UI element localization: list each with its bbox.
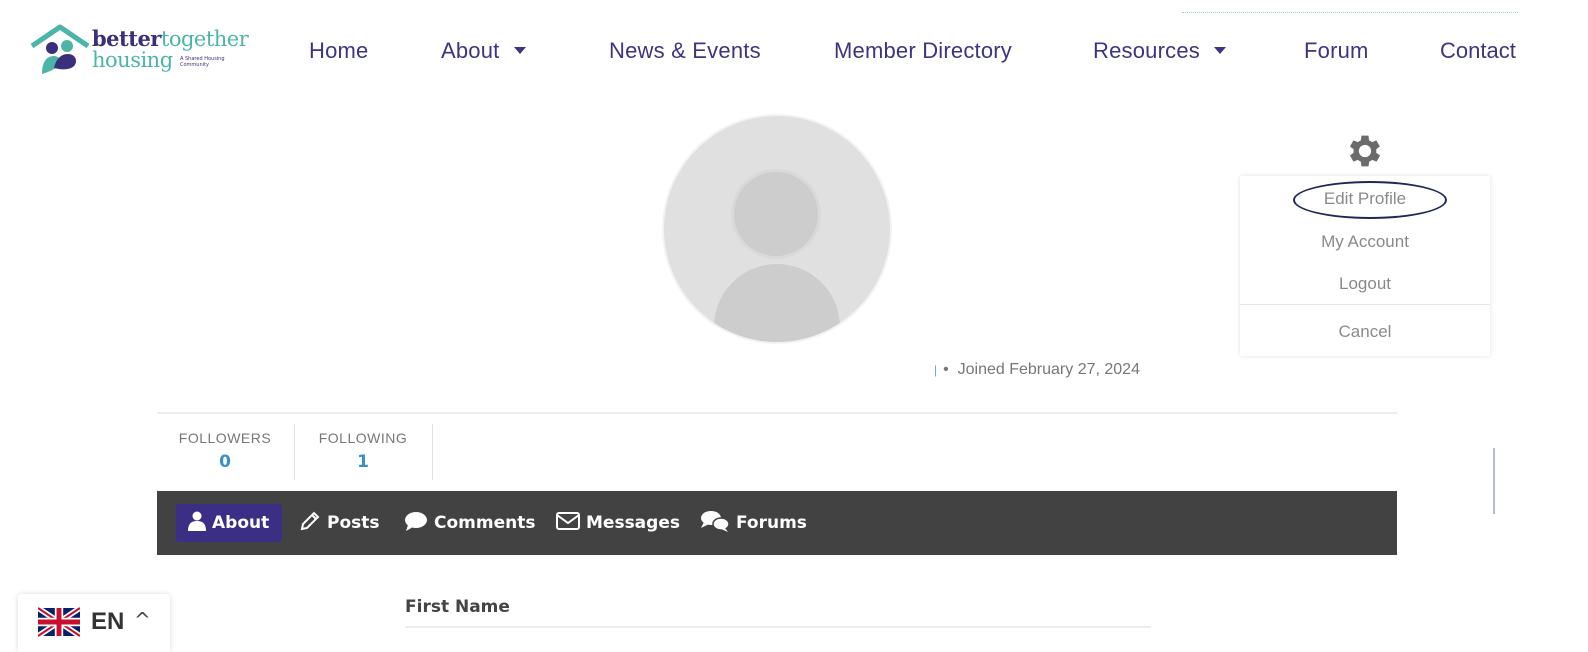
logo-text-line2: housing (92, 48, 173, 72)
logout-item[interactable]: Logout (1240, 274, 1490, 294)
envelope-icon (556, 512, 580, 530)
nav-forum[interactable]: Forum (1304, 38, 1369, 64)
following-stat[interactable]: FOLLOWING 1 (313, 430, 413, 472)
site-logo[interactable]: bettertogether housing A Shared Housing … (30, 24, 250, 78)
caret-down-icon (1213, 46, 1226, 54)
divider (157, 412, 1397, 414)
tab-comments[interactable]: Comments (404, 504, 535, 542)
profile-tabs: About Posts Comments Messages Forums (157, 491, 1397, 555)
tab-forums[interactable]: Forums (700, 504, 807, 542)
nav-member-directory[interactable]: Member Directory (834, 38, 1012, 64)
language-switcher[interactable]: EN ^ (18, 594, 170, 652)
first-name-label: First Name (405, 597, 510, 617)
dropdown-divider (1240, 304, 1490, 305)
joined-date: | • Joined February 27, 2024 (934, 361, 1140, 378)
cancel-item[interactable]: Cancel (1240, 322, 1490, 342)
caret-down-icon (513, 46, 526, 54)
tab-about[interactable]: About (176, 504, 283, 542)
profile-avatar (664, 116, 890, 342)
nav-contact[interactable]: Contact (1440, 38, 1518, 64)
logo-tagline: A Shared Housing Community (180, 56, 225, 68)
forums-icon (701, 511, 730, 532)
nav-about[interactable]: About (441, 38, 526, 64)
tab-messages[interactable]: Messages (556, 504, 680, 542)
pencil-icon (300, 511, 320, 531)
tab-posts[interactable]: Posts (299, 504, 380, 542)
nav-resources[interactable]: Resources (1093, 38, 1226, 64)
comment-icon (405, 512, 427, 531)
logo-house-icon (30, 24, 90, 74)
field-divider (405, 626, 1151, 628)
gear-icon[interactable] (1344, 130, 1386, 172)
uk-flag-icon (38, 606, 80, 638)
nav-news-events[interactable]: News & Events (609, 38, 761, 64)
top-divider (1182, 12, 1518, 13)
nav-home[interactable]: Home (309, 38, 369, 64)
logo-text: bettertogether (92, 26, 249, 51)
my-account-item[interactable]: My Account (1240, 232, 1490, 252)
language-code: EN (91, 608, 125, 635)
chevron-up-icon: ^ (134, 608, 151, 632)
side-indicator (1493, 448, 1495, 514)
followers-stat[interactable]: FOLLOWERS 0 (176, 430, 274, 472)
highlight-circle (1293, 181, 1447, 219)
user-icon (188, 511, 206, 531)
